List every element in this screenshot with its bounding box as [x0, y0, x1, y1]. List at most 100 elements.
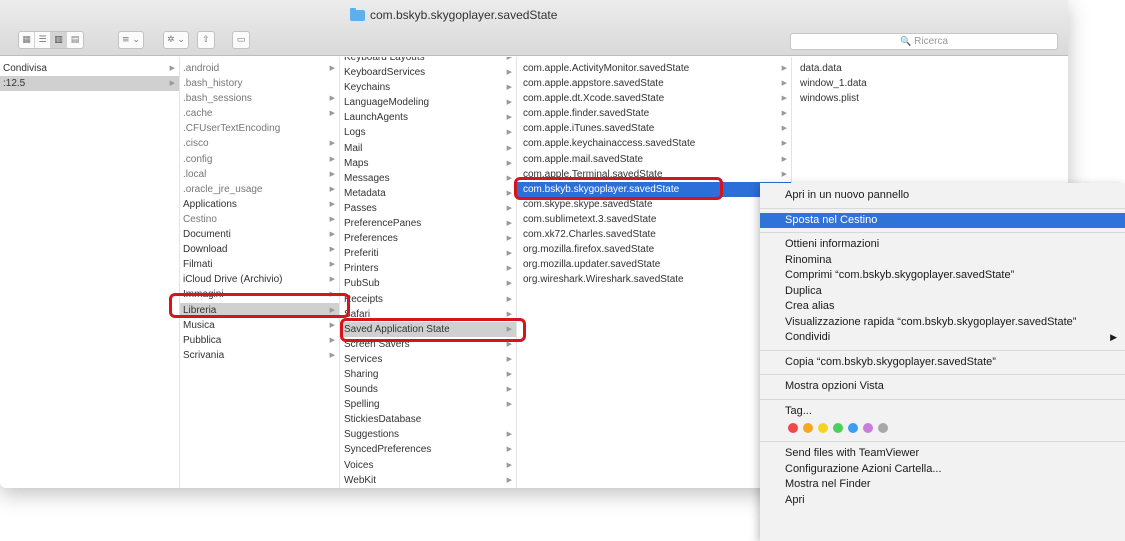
list-item[interactable]: Documenti ▶ [180, 227, 339, 242]
tag-color-dot[interactable] [803, 423, 813, 433]
list-item[interactable]: com.xk72.Charles.savedState▶ [517, 227, 791, 242]
column-4[interactable]: com.apple.ActivityMonitor.savedState ▶ com… [517, 57, 792, 488]
list-item[interactable]: windows.plist [792, 91, 1068, 106]
list-item[interactable]: Preferences ▶ [340, 231, 516, 246]
list-item[interactable]: data.data [792, 61, 1068, 76]
tag-color-dot[interactable] [863, 423, 873, 433]
menu-item[interactable]: Duplica [760, 284, 1125, 300]
list-item[interactable]: Mail ▶ [340, 141, 516, 156]
list-item[interactable]: .CFUserTextEncoding [180, 121, 339, 136]
list-item[interactable]: Scrivania ▶ [180, 348, 339, 363]
tag-color-dot[interactable] [878, 423, 888, 433]
list-item[interactable]: Condivisa ▶ [0, 61, 179, 76]
menu-item[interactable]: Mostra opzioni Vista [760, 379, 1125, 395]
tag-color-dot[interactable] [848, 423, 858, 433]
arrange-icon[interactable]: ≡ ⌄ [119, 32, 143, 48]
list-item[interactable]: Receipts ▶ [340, 292, 516, 307]
list-item[interactable]: Keyboard Layouts ▶ [340, 57, 516, 65]
gear-icon[interactable]: ✲ ⌄ [164, 32, 188, 48]
menu-item[interactable]: Ottieni informazioni [760, 237, 1125, 253]
list-item[interactable]: LanguageModeling ▶ [340, 95, 516, 110]
list-item[interactable]: .cisco ▶ [180, 136, 339, 151]
list-item[interactable]: org.wireshark.Wireshark.savedState▶ [517, 272, 791, 287]
tag-color-dot[interactable] [788, 423, 798, 433]
cover-flow-icon[interactable]: ▤ [67, 32, 83, 48]
tag-color-dot[interactable] [833, 423, 843, 433]
menu-item[interactable]: Rinomina [760, 253, 1125, 269]
list-view-icon[interactable]: ☰ [35, 32, 51, 48]
menu-item[interactable]: Mostra nel Finder [760, 477, 1125, 493]
menu-item[interactable]: Condividi ▶ [760, 330, 1125, 346]
list-item[interactable]: .config ▶ [180, 152, 339, 167]
list-item[interactable]: KeyboardServices ▶ [340, 65, 516, 80]
list-item[interactable]: Voices ▶ [340, 458, 516, 473]
list-item[interactable]: .bash_history [180, 76, 339, 91]
list-item[interactable]: Filmati ▶ [180, 257, 339, 272]
menu-item[interactable]: Crea alias [760, 299, 1125, 315]
list-item[interactable]: Messages ▶ [340, 171, 516, 186]
menu-item[interactable]: Sposta nel Cestino [760, 212, 1125, 228]
list-item[interactable]: Download ▶ [180, 242, 339, 257]
column-1[interactable]: Condivisa ▶:12.5 ▶ [0, 57, 180, 488]
list-item[interactable]: Preferiti ▶ [340, 246, 516, 261]
list-item[interactable]: WebKit ▶ [340, 473, 516, 488]
list-item[interactable]: com.apple.mail.savedState ▶ [517, 152, 791, 167]
list-item[interactable]: Maps ▶ [340, 156, 516, 171]
list-item[interactable]: Metadata ▶ [340, 186, 516, 201]
list-item[interactable]: Spelling ▶ [340, 397, 516, 412]
list-item[interactable]: Applications ▶ [180, 197, 339, 212]
action-button[interactable]: ✲ ⌄ [163, 31, 189, 49]
menu-item[interactable]: Comprimi “com.bskyb.skygoplayer.savedSta… [760, 268, 1125, 284]
share-button[interactable]: ⇧ [197, 31, 215, 49]
menu-item[interactable]: Apri [760, 493, 1125, 509]
list-item[interactable]: :12.5 ▶ [0, 76, 179, 92]
tag-button[interactable]: ▭ [232, 31, 250, 49]
list-item[interactable]: Suggestions ▶ [340, 427, 516, 442]
list-item[interactable]: PreferencePanes ▶ [340, 216, 516, 231]
list-item[interactable]: LaunchAgents ▶ [340, 110, 516, 125]
menu-item[interactable]: Copia “com.bskyb.skygoplayer.savedState” [760, 355, 1125, 371]
list-item[interactable]: Printers ▶ [340, 261, 516, 276]
list-item[interactable]: Musica ▶ [180, 318, 339, 333]
menu-item[interactable]: Send files with TeamViewer [760, 446, 1125, 462]
list-item[interactable]: SyncedPreferences ▶ [340, 442, 516, 457]
list-item[interactable]: .cache ▶ [180, 106, 339, 121]
list-item[interactable]: com.apple.dt.Xcode.savedState ▶ [517, 91, 791, 106]
list-item[interactable]: .oracle_jre_usage ▶ [180, 182, 339, 197]
list-item[interactable]: Sounds ▶ [340, 382, 516, 397]
list-item[interactable]: Keychains ▶ [340, 80, 516, 95]
share-icon[interactable]: ⇧ [198, 32, 214, 48]
list-item[interactable]: PubSub ▶ [340, 276, 516, 291]
list-item[interactable]: Cestino ▶ [180, 212, 339, 227]
list-item[interactable]: com.apple.ActivityMonitor.savedState ▶ [517, 61, 791, 76]
menu-item[interactable]: Tag... [760, 404, 1125, 420]
view-mode-control[interactable]: ▦ ☰ ▥ ▤ [18, 31, 84, 49]
list-item[interactable]: Logs ▶ [340, 125, 516, 140]
list-item[interactable]: iCloud Drive (Archivio) ▶ [180, 272, 339, 287]
list-item[interactable]: .local ▶ [180, 167, 339, 182]
arrange-button[interactable]: ≡ ⌄ [118, 31, 144, 49]
column-view-icon[interactable]: ▥ [51, 32, 67, 48]
tag-icon[interactable]: ▭ [233, 32, 249, 48]
list-item[interactable]: org.mozilla.firefox.savedState▶ [517, 242, 791, 257]
list-item[interactable]: StickiesDatabase [340, 412, 516, 427]
list-item[interactable]: com.apple.iTunes.savedState ▶ [517, 121, 791, 136]
list-item[interactable]: com.apple.finder.savedState ▶ [517, 106, 791, 121]
menu-item[interactable]: Visualizzazione rapida “com.bskyb.skygop… [760, 315, 1125, 331]
tag-color-dot[interactable] [818, 423, 828, 433]
list-item[interactable]: org.mozilla.updater.savedState▶ [517, 257, 791, 272]
list-item[interactable]: Services ▶ [340, 352, 516, 367]
list-item[interactable]: Sharing ▶ [340, 367, 516, 382]
column-3[interactable]: Keyboard Layouts ▶ KeyboardServices ▶ Keycha… [340, 57, 517, 488]
list-item[interactable]: Passes ▶ [340, 201, 516, 216]
list-item[interactable]: Pubblica ▶ [180, 333, 339, 348]
list-item[interactable]: com.sublimetext.3.savedState▶ [517, 212, 791, 227]
list-item[interactable]: window_1.data [792, 76, 1068, 91]
menu-item[interactable]: Configurazione Azioni Cartella... [760, 462, 1125, 478]
menu-item[interactable]: Apri in un nuovo pannello [760, 188, 1125, 204]
search-field[interactable]: 🔍 Ricerca [790, 33, 1058, 50]
list-item[interactable]: .android ▶ [180, 61, 339, 76]
list-item[interactable]: com.apple.appstore.savedState ▶ [517, 76, 791, 91]
icon-view-icon[interactable]: ▦ [19, 32, 35, 48]
column-2[interactable]: .android ▶ .bash_history .bash_sessions ▶ .ca… [180, 57, 340, 488]
